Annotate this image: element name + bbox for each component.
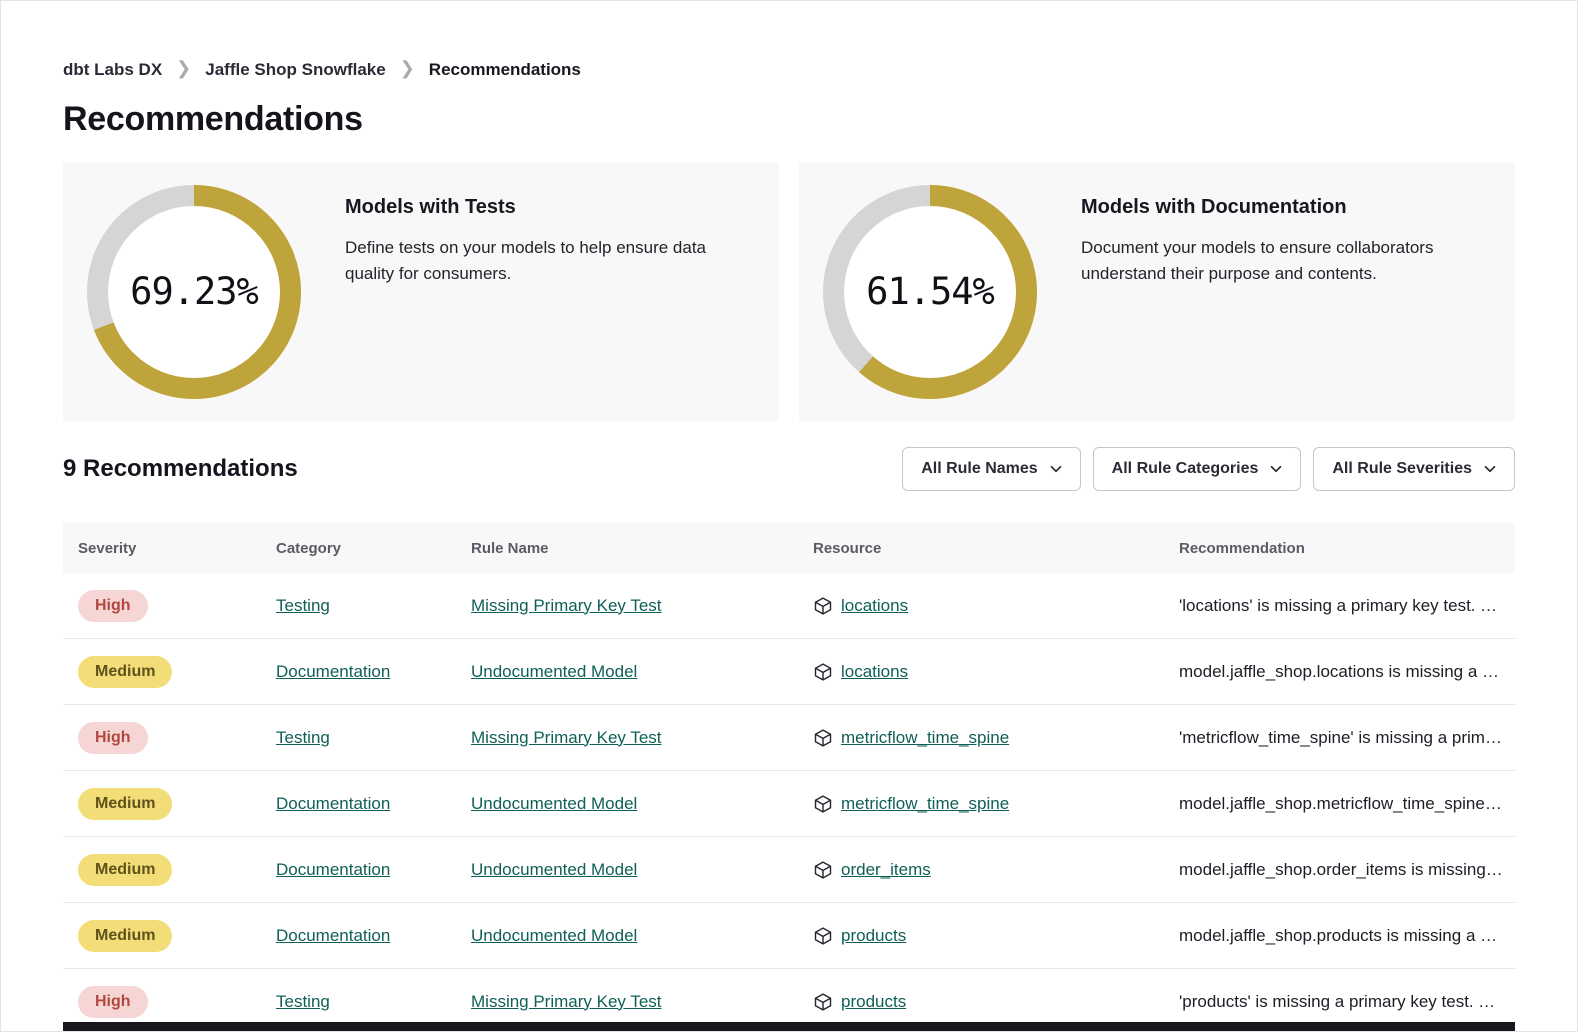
category-link[interactable]: Testing <box>276 728 330 747</box>
recommendation-text: model.jaffle_shop.products is missing a … <box>1164 926 1515 946</box>
rule-name-link[interactable]: Missing Primary Key Test <box>471 728 662 747</box>
metric-cards: 69.23% Models with Tests Define tests on… <box>63 162 1515 421</box>
rule-names-filter-dropdown[interactable]: All Rule Names <box>902 447 1080 491</box>
category-link[interactable]: Documentation <box>276 794 390 813</box>
bottom-bar <box>63 1022 1515 1031</box>
model-cube-icon <box>813 926 833 946</box>
card-description: Define tests on your models to help ensu… <box>345 235 755 288</box>
model-cube-icon <box>813 662 833 682</box>
table-row: High Testing Missing Primary Key Test lo… <box>63 573 1515 639</box>
tests-percent-value: 69.23% <box>130 270 258 313</box>
severity-badge: Medium <box>78 854 172 886</box>
chevron-down-icon <box>1270 463 1282 475</box>
breadcrumb-item-project[interactable]: Jaffle Shop Snowflake <box>205 60 385 80</box>
severity-badge: Medium <box>78 656 172 688</box>
chevron-right-icon: ❯ <box>400 58 415 79</box>
chevron-right-icon: ❯ <box>176 58 191 79</box>
recommendation-text: 'locations' is missing a primary key tes… <box>1164 596 1515 616</box>
severity-badge: High <box>78 986 148 1018</box>
filter-group: All Rule Names All Rule Categories All R… <box>902 447 1515 491</box>
table-row: Medium Documentation Undocumented Model … <box>63 837 1515 903</box>
filter-label: All Rule Names <box>921 460 1037 478</box>
table-header-row: Severity Category Rule Name Resource Rec… <box>63 523 1515 573</box>
table-row: Medium Documentation Undocumented Model … <box>63 771 1515 837</box>
severity-badge: Medium <box>78 920 172 952</box>
recommendations-table: Severity Category Rule Name Resource Rec… <box>63 523 1515 1032</box>
column-header-severity: Severity <box>63 540 261 557</box>
breadcrumb: dbt Labs DX ❯ Jaffle Shop Snowflake ❯ Re… <box>63 59 1515 80</box>
category-link[interactable]: Documentation <box>276 860 390 879</box>
table-row: High Testing Missing Primary Key Test me… <box>63 705 1515 771</box>
recommendations-page: dbt Labs DX ❯ Jaffle Shop Snowflake ❯ Re… <box>1 59 1577 1032</box>
recommendation-text: model.jaffle_shop.metricflow_time_spine … <box>1164 794 1515 814</box>
recommendation-text: model.jaffle_shop.order_items is missing… <box>1164 860 1515 880</box>
column-header-recommendation: Recommendation <box>1164 540 1515 557</box>
rule-name-link[interactable]: Undocumented Model <box>471 860 637 879</box>
resource-link[interactable]: order_items <box>841 860 931 880</box>
recommendation-text: model.jaffle_shop.locations is missing a… <box>1164 662 1515 682</box>
model-cube-icon <box>813 992 833 1012</box>
column-header-rule-name: Rule Name <box>456 540 798 557</box>
filter-label: All Rule Categories <box>1112 460 1259 478</box>
card-description: Document your models to ensure collabora… <box>1081 235 1491 288</box>
documentation-donut-chart: 61.54% <box>823 185 1037 399</box>
category-link[interactable]: Testing <box>276 992 330 1011</box>
card-title: Models with Tests <box>345 196 755 219</box>
resource-link[interactable]: locations <box>841 662 908 682</box>
breadcrumb-item-current: Recommendations <box>429 60 581 80</box>
model-cube-icon <box>813 794 833 814</box>
tests-donut-chart: 69.23% <box>87 185 301 399</box>
resource-link[interactable]: products <box>841 992 906 1012</box>
resource-link[interactable]: metricflow_time_spine <box>841 794 1009 814</box>
models-with-documentation-card: 61.54% Models with Documentation Documen… <box>799 162 1515 421</box>
resource-link[interactable]: locations <box>841 596 908 616</box>
rule-name-link[interactable]: Undocumented Model <box>471 926 637 945</box>
page-title: Recommendations <box>63 100 1515 139</box>
severity-badge: High <box>78 722 148 754</box>
model-cube-icon <box>813 596 833 616</box>
rule-name-link[interactable]: Undocumented Model <box>471 662 637 681</box>
rule-severities-filter-dropdown[interactable]: All Rule Severities <box>1313 447 1515 491</box>
table-row: Medium Documentation Undocumented Model … <box>63 903 1515 969</box>
column-header-category: Category <box>261 540 456 557</box>
chevron-down-icon <box>1050 463 1062 475</box>
rule-name-link[interactable]: Missing Primary Key Test <box>471 992 662 1011</box>
category-link[interactable]: Documentation <box>276 926 390 945</box>
model-cube-icon <box>813 728 833 748</box>
breadcrumb-item-account[interactable]: dbt Labs DX <box>63 60 162 80</box>
severity-badge: High <box>78 590 148 622</box>
severity-badge: Medium <box>78 788 172 820</box>
table-row: Medium Documentation Undocumented Model … <box>63 639 1515 705</box>
model-cube-icon <box>813 860 833 880</box>
filter-label: All Rule Severities <box>1332 460 1472 478</box>
category-link[interactable]: Testing <box>276 596 330 615</box>
recommendation-text: 'metricflow_time_spine' is missing a pri… <box>1164 728 1515 748</box>
category-link[interactable]: Documentation <box>276 662 390 681</box>
chevron-down-icon <box>1484 463 1496 475</box>
documentation-percent-value: 61.54% <box>866 270 994 313</box>
column-header-resource: Resource <box>798 540 1164 557</box>
recommendation-text: 'products' is missing a primary key test… <box>1164 992 1515 1012</box>
rule-name-link[interactable]: Undocumented Model <box>471 794 637 813</box>
rule-categories-filter-dropdown[interactable]: All Rule Categories <box>1093 447 1302 491</box>
list-header-bar: 9 Recommendations All Rule Names All Rul… <box>63 447 1515 491</box>
card-title: Models with Documentation <box>1081 196 1491 219</box>
resource-link[interactable]: products <box>841 926 906 946</box>
recommendations-count: 9 Recommendations <box>63 455 298 483</box>
resource-link[interactable]: metricflow_time_spine <box>841 728 1009 748</box>
rule-name-link[interactable]: Missing Primary Key Test <box>471 596 662 615</box>
models-with-tests-card: 69.23% Models with Tests Define tests on… <box>63 162 779 421</box>
